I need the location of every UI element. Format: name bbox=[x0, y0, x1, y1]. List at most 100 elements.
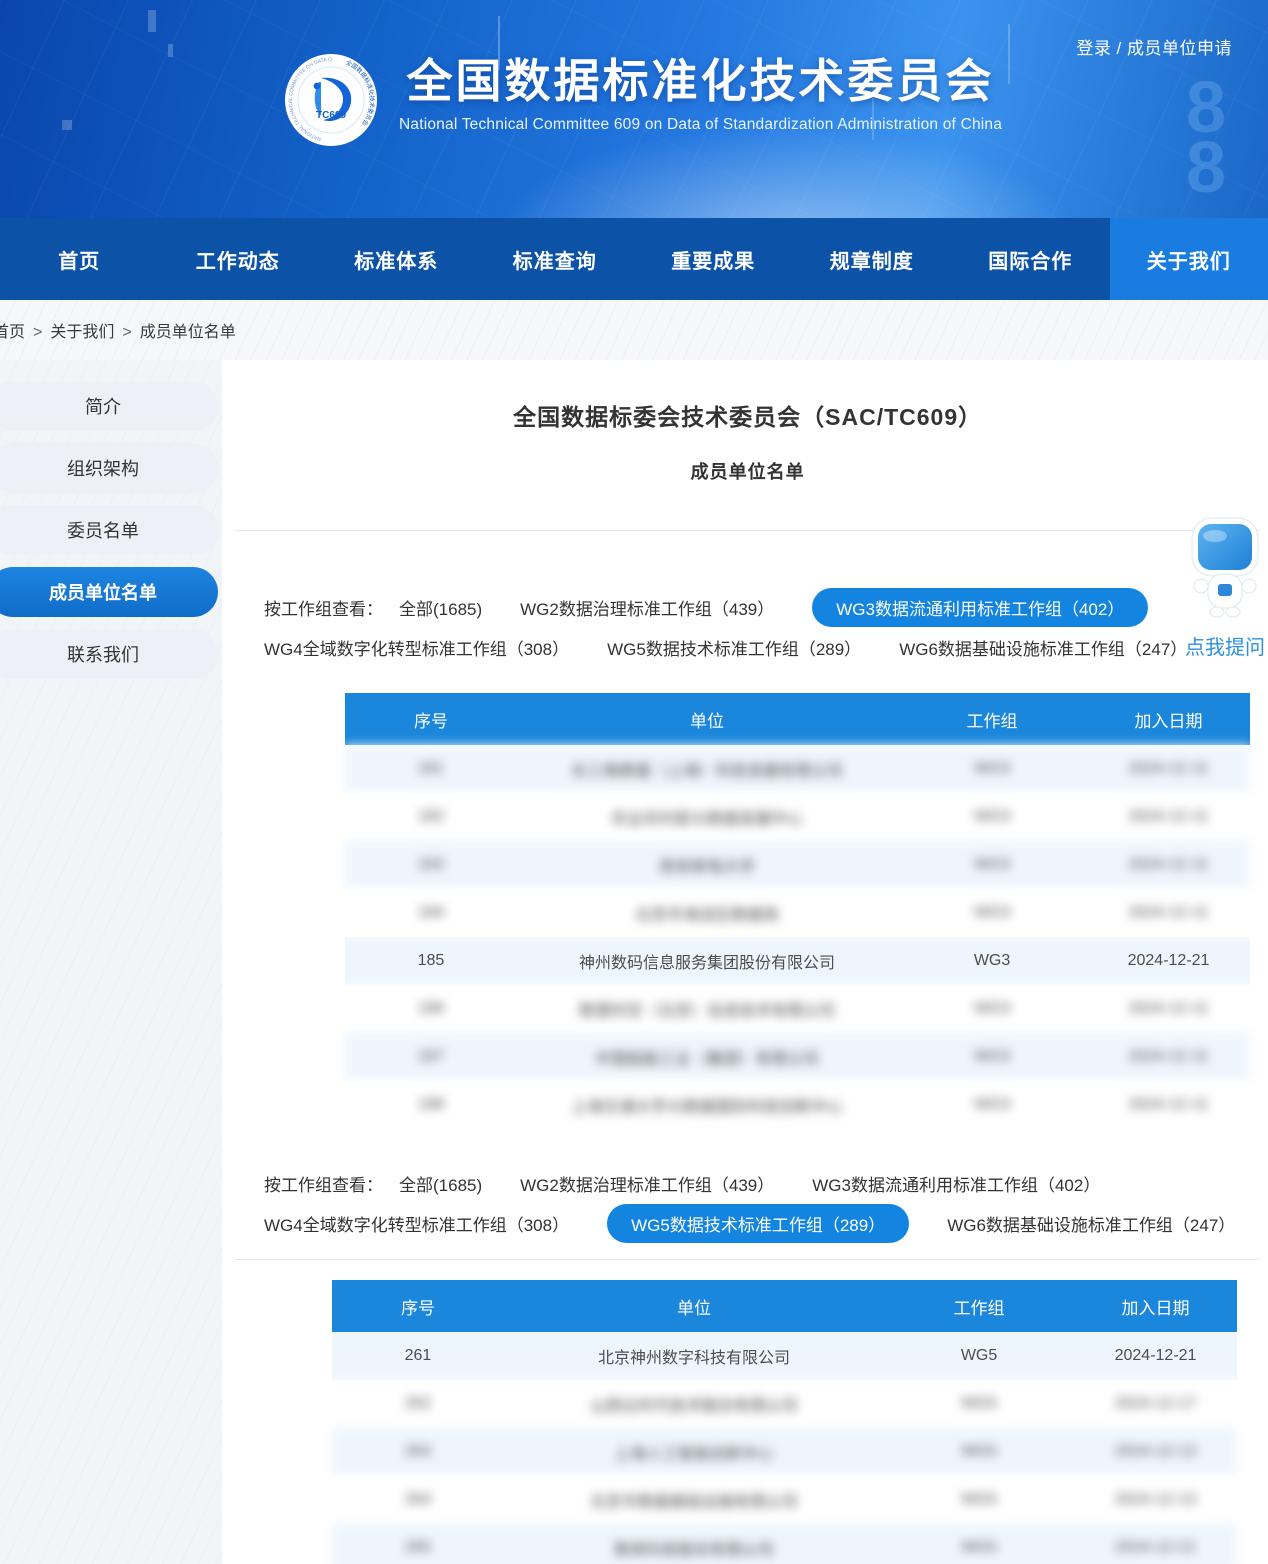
sidebar-item-组织架构[interactable]: 组织架构 bbox=[0, 443, 218, 493]
breadcrumb: 首页>关于我们>成员单位名单 bbox=[0, 318, 236, 342]
workgroup-filter-option[interactable]: WG4全域数字化转型标准工作组（308） bbox=[264, 635, 569, 660]
member-table-2: 序号单位工作组加入日期261北京神州数字科技有限公司WG52024-12-212… bbox=[332, 1280, 1237, 1564]
login-member-apply-link[interactable]: 登录 / 成员单位申请 bbox=[1076, 34, 1232, 59]
table-cell: WG3 bbox=[897, 1096, 1087, 1114]
table-row[interactable]: 262山西云时代技术股份有限公司WG52024-12-17 bbox=[332, 1380, 1237, 1428]
filter-row: WG4全域数字化转型标准工作组（308） WG5数据技术标准工作组（289） WG6… bbox=[264, 1205, 1268, 1241]
table-cell: 2024-12-21 bbox=[1074, 1539, 1237, 1557]
breadcrumb-item[interactable]: 首页 bbox=[0, 324, 25, 341]
table-cell: 2024-12-21 bbox=[1087, 952, 1250, 970]
banner-decor bbox=[148, 10, 156, 32]
filter-label: 按工作组查看： bbox=[264, 1171, 383, 1196]
nav-item-首页[interactable]: 首页 bbox=[0, 218, 159, 300]
nav-item-规章制度[interactable]: 规章制度 bbox=[793, 218, 952, 300]
main-nav: 首页工作动态标准体系标准查询重要成果规章制度国际合作关于我们 bbox=[0, 218, 1268, 300]
nav-item-重要成果[interactable]: 重要成果 bbox=[634, 218, 793, 300]
nav-item-标准体系[interactable]: 标准体系 bbox=[317, 218, 476, 300]
workgroup-filter-section-2: 按工作组查看： 全部(1685) WG2数据治理标准工作组（439） WG3数据流通利… bbox=[222, 1165, 1268, 1241]
robot-mascot-icon[interactable] bbox=[1185, 516, 1265, 618]
table-header-cell: 单位 bbox=[517, 707, 897, 732]
assistant-widget[interactable]: 点我提问 bbox=[1182, 516, 1268, 660]
table-cell: 北京神州数字科技有限公司 bbox=[504, 1344, 884, 1368]
breadcrumb-item[interactable]: 成员单位名单 bbox=[140, 324, 236, 341]
table-cell: 2024-12-11 bbox=[1087, 1000, 1250, 1018]
table-cell: 2024-12-17 bbox=[1074, 1395, 1237, 1413]
table-cell: 山西云时代技术股份有限公司 bbox=[504, 1392, 884, 1416]
nav-item-标准查询[interactable]: 标准查询 bbox=[476, 218, 635, 300]
table-row[interactable]: 261北京神州数字科技有限公司WG52024-12-21 bbox=[332, 1332, 1237, 1380]
table-cell: 2024-12-11 bbox=[1087, 760, 1250, 778]
table-row[interactable]: 188上海交通大学大数据国际科技创新中心WG32024-12-11 bbox=[345, 1081, 1250, 1129]
sidebar: 简介组织架构委员名单成员单位名单联系我们 bbox=[0, 360, 222, 1564]
banner-digits-decor: 8 8 bbox=[1186, 78, 1240, 198]
table-cell: 186 bbox=[345, 1000, 517, 1018]
table-cell: WG5 bbox=[884, 1347, 1074, 1365]
workgroup-filter-option[interactable]: WG5数据技术标准工作组（289） bbox=[607, 1204, 909, 1243]
sidebar-item-简介[interactable]: 简介 bbox=[0, 381, 218, 431]
table-cell: 182 bbox=[345, 808, 517, 826]
table-cell: WG5 bbox=[884, 1395, 1074, 1413]
nav-item-关于我们[interactable]: 关于我们 bbox=[1110, 218, 1268, 300]
workgroup-filter-option[interactable]: WG2数据治理标准工作组（439） bbox=[520, 595, 774, 620]
table-cell: 2024-12-11 bbox=[1087, 904, 1250, 922]
brand-block: TC609 全国数据标准化技术委员会 NATIONAL TECHNICAL CO… bbox=[283, 52, 1002, 148]
table-cell: 2024-12-11 bbox=[1087, 1048, 1250, 1066]
table-cell: 2024-12-11 bbox=[1087, 856, 1250, 874]
nav-item-工作动态[interactable]: 工作动态 bbox=[159, 218, 318, 300]
table-cell: WG3 bbox=[897, 1000, 1087, 1018]
table-cell: 上海交通大学大数据国际科技创新中心 bbox=[517, 1093, 897, 1117]
filter-label: 按工作组查看： bbox=[264, 595, 383, 620]
table-row[interactable]: 183西安邮电大学WG32024-12-11 bbox=[345, 841, 1250, 889]
sidebar-item-委员名单[interactable]: 委员名单 bbox=[0, 505, 218, 555]
workgroup-filter-option[interactable]: WG6数据基础设施标准工作组（247） bbox=[899, 635, 1187, 660]
workgroup-filter-option[interactable]: WG6数据基础设施标准工作组（247） bbox=[947, 1211, 1235, 1236]
banner-decor bbox=[1008, 24, 1010, 84]
page-subtitle: 成员单位名单 bbox=[222, 458, 1268, 484]
table-cell: WG3 bbox=[897, 1048, 1087, 1066]
breadcrumb-separator: > bbox=[33, 324, 42, 341]
table-cell: WG3 bbox=[897, 856, 1087, 874]
workgroup-filter-option[interactable]: 全部(1685) bbox=[399, 1171, 482, 1196]
table-cell: 长三角数据（上海）科技发展有限公司 bbox=[517, 757, 897, 781]
table-row[interactable]: 263上海人工智能创新中心WG52024-12-13 bbox=[332, 1428, 1237, 1476]
workgroup-filter-option[interactable]: WG3数据流通利用标准工作组（402） bbox=[812, 588, 1148, 627]
ask-me-link[interactable]: 点我提问 bbox=[1182, 631, 1268, 660]
nav-item-国际合作[interactable]: 国际合作 bbox=[951, 218, 1110, 300]
table-header-cell: 加入日期 bbox=[1087, 707, 1250, 732]
table-cell: 北京市海淀区数据局 bbox=[517, 901, 897, 925]
workgroup-filter-option[interactable]: WG2数据治理标准工作组（439） bbox=[520, 1171, 774, 1196]
table-cell: 2024-12-11 bbox=[1087, 1096, 1250, 1114]
table-row[interactable]: 181长三角数据（上海）科技发展有限公司WG32024-12-11 bbox=[345, 745, 1250, 793]
sidebar-item-成员单位名单[interactable]: 成员单位名单 bbox=[0, 567, 218, 617]
table-cell: WG5 bbox=[884, 1443, 1074, 1461]
workgroup-filter-section-1: 按工作组查看： 全部(1685) WG2数据治理标准工作组（439） WG3数据流通利… bbox=[222, 589, 1268, 665]
workgroup-filter-option[interactable]: WG4全域数字化转型标准工作组（308） bbox=[264, 1211, 569, 1236]
banner-decor bbox=[168, 44, 173, 57]
table-cell: 上海人工智能创新中心 bbox=[504, 1440, 884, 1464]
filter-row: WG4全域数字化转型标准工作组（308） WG5数据技术标准工作组（289） WG6… bbox=[264, 629, 1268, 665]
workgroup-filter-option[interactable]: 全部(1685) bbox=[399, 595, 482, 620]
breadcrumb-item[interactable]: 关于我们 bbox=[50, 324, 114, 341]
table-row[interactable]: 182农业农村部大数据发展中心WG32024-12-11 bbox=[345, 793, 1250, 841]
sidebar-item-联系我们[interactable]: 联系我们 bbox=[0, 629, 218, 679]
table-row[interactable]: 187中国船舶工业（集团）有限公司WG32024-12-11 bbox=[345, 1033, 1250, 1081]
table-row[interactable]: 184北京市海淀区数据局WG32024-12-11 bbox=[345, 889, 1250, 937]
table-cell: 数库科技股份有限公司 bbox=[504, 1536, 884, 1560]
table-row[interactable]: 185神州数码信息服务集团股份有限公司WG32024-12-21 bbox=[345, 937, 1250, 985]
table-cell: 数慧时空（北京）信息技术有限公司 bbox=[517, 997, 897, 1021]
banner-decor bbox=[62, 120, 72, 130]
table-row[interactable]: 186数慧时空（北京）信息技术有限公司WG32024-12-11 bbox=[345, 985, 1250, 1033]
table-row[interactable]: 265数库科技股份有限公司WG52024-12-21 bbox=[332, 1524, 1237, 1564]
site-banner: 8 8 登录 / 成员单位申请 TC609 全国数据标准化技术委员会 NATIO… bbox=[0, 0, 1268, 218]
table-header-row: 序号单位工作组加入日期 bbox=[345, 693, 1250, 745]
table-cell: 261 bbox=[332, 1347, 504, 1365]
table-header-cell: 加入日期 bbox=[1074, 1294, 1237, 1319]
table-cell: 中国船舶工业（集团）有限公司 bbox=[517, 1045, 897, 1069]
table-cell: 265 bbox=[332, 1539, 504, 1557]
table-cell: WG5 bbox=[884, 1491, 1074, 1509]
table-header-cell: 工作组 bbox=[884, 1294, 1074, 1319]
workgroup-filter-option[interactable]: WG3数据流通利用标准工作组（402） bbox=[812, 1171, 1100, 1196]
svg-text:TC609: TC609 bbox=[316, 110, 346, 121]
table-row[interactable]: 264北京市数据基础设施有限公司WG52024-12-13 bbox=[332, 1476, 1237, 1524]
workgroup-filter-option[interactable]: WG5数据技术标准工作组（289） bbox=[607, 635, 861, 660]
